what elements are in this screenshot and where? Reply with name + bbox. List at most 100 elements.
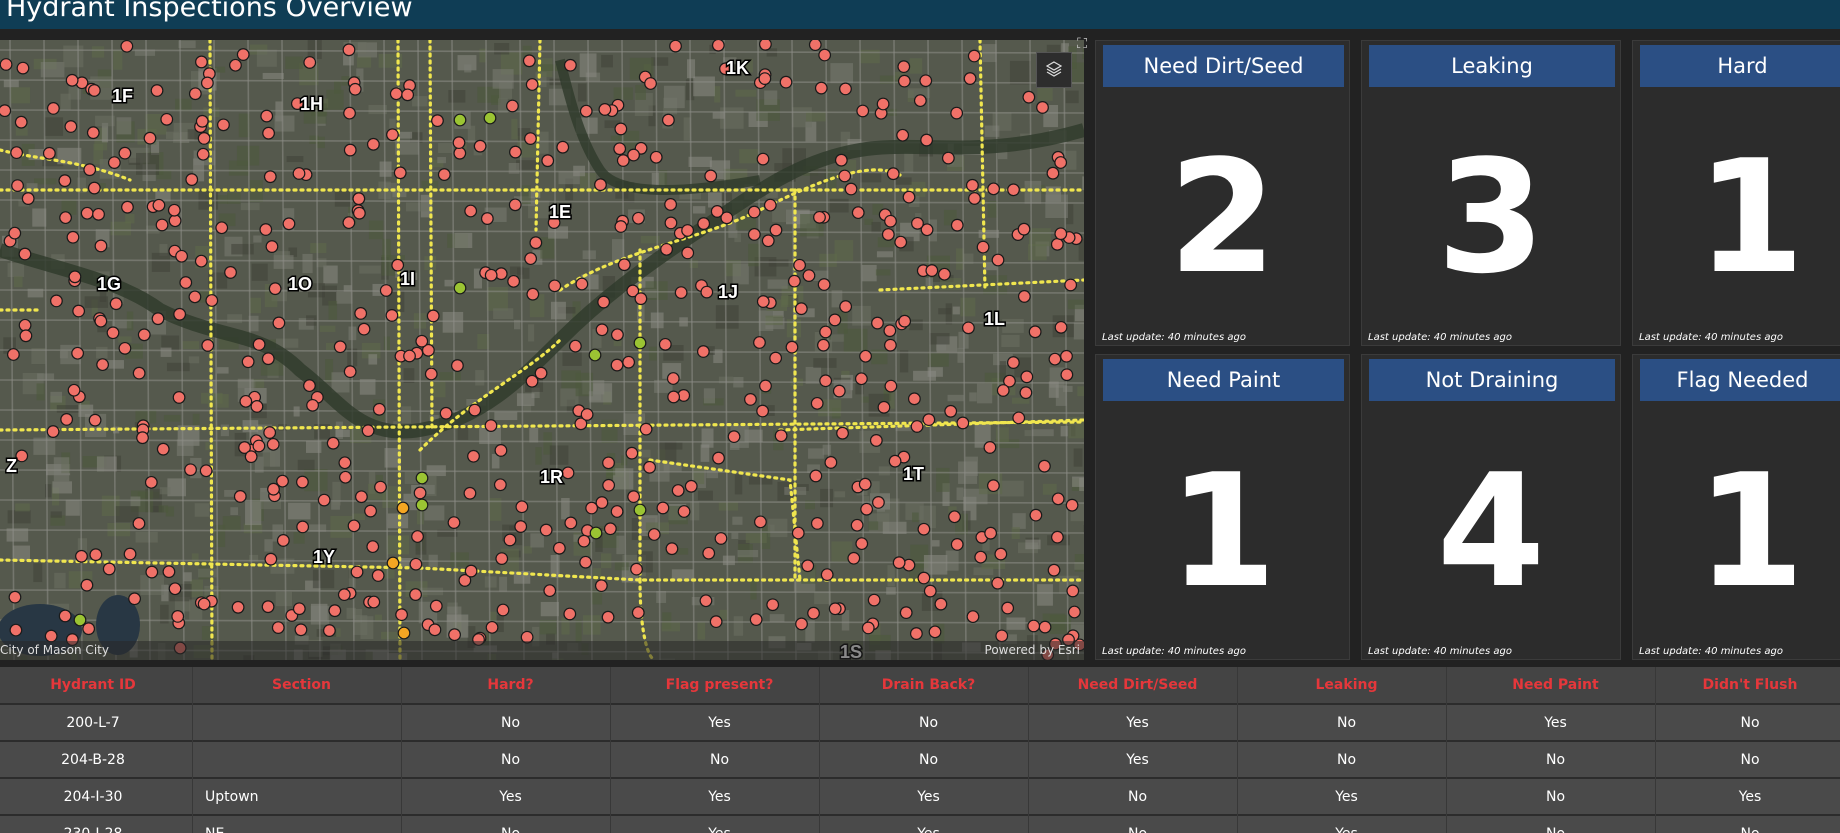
hydrant-point xyxy=(136,431,149,445)
hydrant-point xyxy=(59,211,72,225)
column-header[interactable]: Leaking xyxy=(1242,667,1451,703)
hydrant-point xyxy=(810,396,824,410)
map-view[interactable]: 1F1H1K1E1G1O1I1J1L1R1T1YZ1S City of Maso… xyxy=(0,40,1084,660)
map-block xyxy=(251,263,268,281)
hydrant-point xyxy=(824,456,838,469)
hydrant-point xyxy=(913,94,927,108)
map-block xyxy=(84,296,109,308)
hydrant-point xyxy=(215,221,229,235)
hydrant-point xyxy=(896,128,910,142)
map-block xyxy=(731,532,739,539)
aerial-map[interactable]: 1F1H1K1E1G1O1I1J1L1R1T1YZ1S xyxy=(0,40,1084,660)
map-block xyxy=(1024,430,1032,437)
map-block xyxy=(1031,429,1054,437)
hydrant-point xyxy=(817,278,831,291)
hydrant-point xyxy=(1012,411,1026,425)
table-row[interactable]: 200-L-7 No Yes No Yes No Yes No xyxy=(0,705,1840,741)
hydrant-point xyxy=(860,502,874,516)
hydrant-point xyxy=(934,597,948,611)
column-header[interactable]: Section xyxy=(197,667,406,703)
hydrant-point xyxy=(858,477,872,491)
column-header[interactable]: Didn't Flush xyxy=(1660,667,1840,703)
hydrant-point xyxy=(276,534,290,547)
hydrant-point xyxy=(328,604,342,618)
map-block xyxy=(135,531,158,543)
map-block xyxy=(7,263,25,278)
hydrant-point xyxy=(65,73,79,87)
map-block xyxy=(183,572,192,582)
hydrant-point xyxy=(897,60,911,74)
hydrant-point xyxy=(66,230,80,244)
hydrant-point xyxy=(819,374,833,388)
hydrant-point xyxy=(1017,290,1031,303)
map-block xyxy=(405,202,429,212)
hydrant-point xyxy=(595,323,609,337)
hydrant-point xyxy=(820,568,834,582)
hydrant-point xyxy=(787,274,801,288)
hydrant-point xyxy=(671,484,685,497)
map-block xyxy=(671,569,694,581)
hydrant-point xyxy=(677,505,691,518)
column-header[interactable]: Need Dirt/Seed xyxy=(1033,667,1242,703)
hydrant-point xyxy=(813,210,826,224)
hydrant-point xyxy=(711,40,725,52)
hydrant-point xyxy=(1047,563,1061,577)
hydrant-point-passed xyxy=(633,503,647,517)
table-cell: No xyxy=(500,752,521,768)
hydrant-point xyxy=(836,426,849,440)
table-row[interactable]: 204-I-30 Uptown Yes Yes Yes No Yes No Yes xyxy=(0,779,1840,815)
column-header[interactable]: Need Paint xyxy=(1451,667,1660,703)
powered-by-esri[interactable]: Powered by Esri xyxy=(985,641,1080,660)
map-block xyxy=(687,59,696,79)
column-header[interactable]: Hard? xyxy=(406,667,615,703)
map-block xyxy=(227,192,241,204)
table-row[interactable]: 230-I-28NENoYesYesNoYesNoNo xyxy=(0,816,1840,833)
map-block xyxy=(947,394,964,402)
column-header[interactable]: Hydrant ID xyxy=(0,667,186,703)
hydrant-point xyxy=(922,413,936,427)
section-label: 1E xyxy=(549,202,571,222)
table-cell: Yes xyxy=(1335,789,1358,805)
map-block xyxy=(328,300,338,320)
map-block xyxy=(769,614,785,623)
hydrant-point xyxy=(983,441,997,454)
map-block xyxy=(442,311,464,333)
hydrant-point xyxy=(292,602,306,616)
column-header[interactable]: Flag present? xyxy=(615,667,824,703)
section-label: 1L xyxy=(984,309,1005,329)
map-block xyxy=(661,622,680,632)
hydrant-point xyxy=(1001,601,1015,615)
hydrant-point xyxy=(473,139,487,153)
hydrant-point xyxy=(132,517,146,530)
hydrant-point xyxy=(793,258,806,272)
indicator-value: 2 xyxy=(1168,126,1277,308)
map-block xyxy=(175,98,192,111)
hydrant-point xyxy=(144,475,158,489)
hydrant-point xyxy=(350,565,364,579)
map-block xyxy=(288,502,311,520)
section-label: 1K xyxy=(726,58,749,78)
hydrant-point xyxy=(769,223,783,237)
hydrant-point xyxy=(58,174,72,188)
map-block xyxy=(389,118,396,129)
hydrant-point xyxy=(252,338,266,351)
map-block xyxy=(764,90,778,105)
hydrant-point xyxy=(195,114,209,128)
hydrant-point xyxy=(869,434,883,447)
hydrant-point xyxy=(197,597,211,611)
hydrant-point-passed xyxy=(415,498,429,512)
hydrant-point xyxy=(543,584,557,598)
column-header[interactable]: Drain Back? xyxy=(824,667,1033,703)
layers-button[interactable] xyxy=(1036,52,1072,88)
hydrant-point xyxy=(884,379,898,393)
table-row[interactable]: 204-B-28 No No No Yes No No No xyxy=(0,742,1840,778)
map-block xyxy=(936,467,950,492)
hydrant-point xyxy=(96,358,110,372)
hydrant-point xyxy=(802,269,816,282)
hydrant-point xyxy=(200,76,214,90)
indicator-title: Need Paint xyxy=(1103,359,1344,401)
indicator-card: Hard 1 Last update: 40 minutes ago xyxy=(1632,40,1840,346)
hydrant-point xyxy=(496,603,510,617)
map-block xyxy=(913,370,936,381)
expand-icon[interactable]: ⛶ xyxy=(1074,36,1090,52)
